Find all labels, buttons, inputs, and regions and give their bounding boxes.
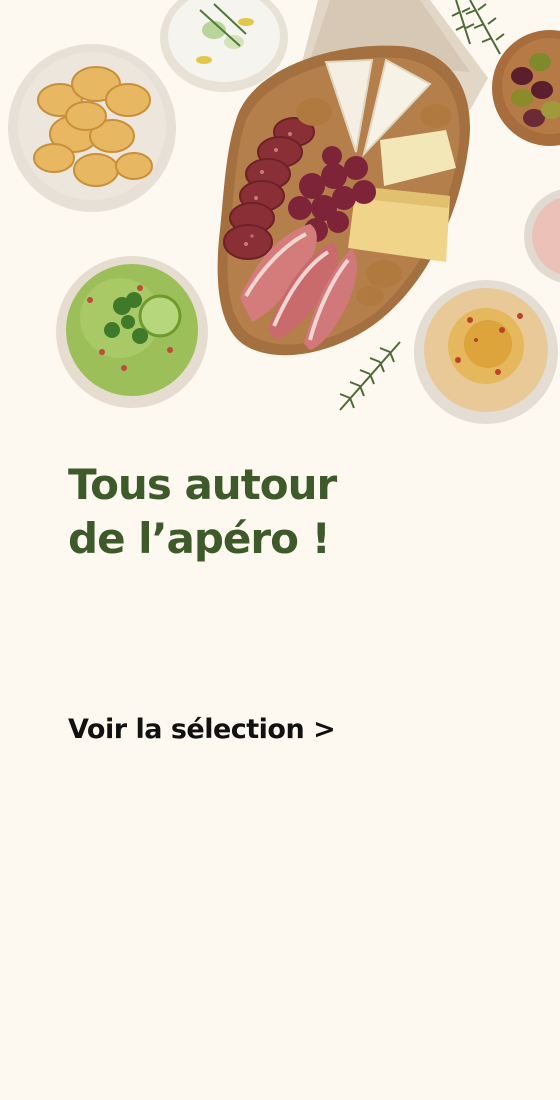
guacamole-bowl xyxy=(56,256,208,408)
hero-food-image xyxy=(0,0,560,440)
olives-bowl xyxy=(492,30,560,146)
headline-line-1: Tous autour xyxy=(68,460,337,509)
view-selection-link[interactable]: Voir la sélection > xyxy=(68,714,336,745)
hummus-bowl xyxy=(414,280,558,424)
headline-line-2: de l’apéro ! xyxy=(68,514,331,563)
chips-bowl xyxy=(8,44,176,212)
headline: Tous autour de l’apéro ! xyxy=(68,458,488,566)
taramasalata-bowl xyxy=(524,189,560,283)
